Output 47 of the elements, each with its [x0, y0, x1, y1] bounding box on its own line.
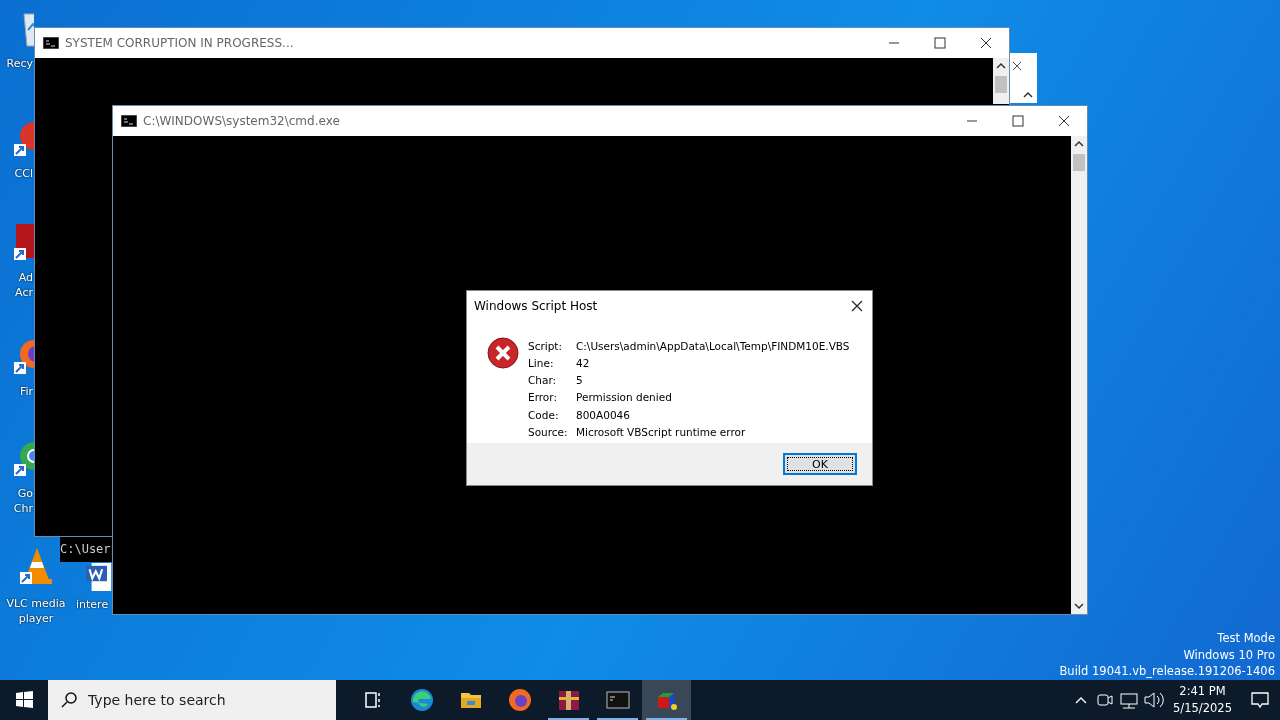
- app-shortcut-icon[interactable]: [12, 222, 34, 262]
- watermark-text: Windows 10 Pro: [1182, 646, 1275, 663]
- console-text: C:\User: [60, 537, 112, 562]
- field-label: Source:: [528, 425, 569, 440]
- window-title: SYSTEM CORRUPTION IN PROGRESS...: [65, 36, 295, 50]
- search-field[interactable]: Type here to search: [48, 680, 336, 720]
- search-icon: [60, 691, 78, 709]
- browser-icon: [507, 688, 532, 712]
- field-value: 5: [576, 374, 584, 389]
- field-value: 800A0046: [576, 408, 631, 423]
- error-icon: [487, 337, 519, 369]
- field-value: C:\Users\admin\AppData\Local\Temp\FINDM10E.VBS: [576, 340, 850, 354]
- scroll-up-icon[interactable]: [1023, 91, 1033, 99]
- clock-date[interactable]: 5/15/2025: [1173, 700, 1232, 717]
- field-label: Code:: [528, 408, 560, 423]
- icon-label: Go Chr: [12, 486, 33, 516]
- window-title: C:\WINDOWS\system32\cmd.exe: [143, 114, 341, 128]
- field-label: Error:: [528, 391, 558, 406]
- console-icon: [43, 37, 59, 49]
- field-label: Script:: [528, 340, 563, 354]
- field-value: 42: [576, 357, 591, 372]
- icon-label: intere: [76, 597, 110, 612]
- scroll-thumb[interactable]: [995, 76, 1007, 93]
- close-icon[interactable]: [851, 300, 863, 312]
- scrollbar[interactable]: [1071, 136, 1087, 614]
- field-label: Char:: [528, 374, 558, 389]
- archive-icon: [556, 688, 581, 712]
- field-label: Line:: [528, 357, 555, 372]
- scroll-thumb[interactable]: [1073, 154, 1085, 171]
- watermark-text: Build 19041.vb_release.191206-1406: [1059, 663, 1275, 680]
- document-icon[interactable]: [86, 563, 112, 591]
- icon-label: VLC media player: [5, 596, 67, 626]
- console-icon: [605, 688, 630, 712]
- icon-label: Ad Acr: [14, 270, 33, 300]
- close-icon[interactable]: [1012, 61, 1022, 71]
- icon-label: Fir: [18, 384, 33, 399]
- browser-icon: [409, 688, 434, 712]
- ok-button[interactable]: OK: [783, 453, 857, 475]
- scrollbar[interactable]: [993, 58, 1009, 104]
- watermark-text: Test Mode: [1216, 630, 1275, 647]
- field-value: Microsoft VBScript runtime error: [576, 425, 747, 440]
- icon-label: Recy: [5, 56, 33, 71]
- console-icon: [121, 115, 137, 127]
- icon-label: CCl: [13, 166, 33, 181]
- dialog-title: Windows Script Host: [474, 299, 598, 313]
- field-value: Permission denied: [576, 391, 673, 406]
- clock-time[interactable]: 2:41 PM: [1179, 683, 1226, 700]
